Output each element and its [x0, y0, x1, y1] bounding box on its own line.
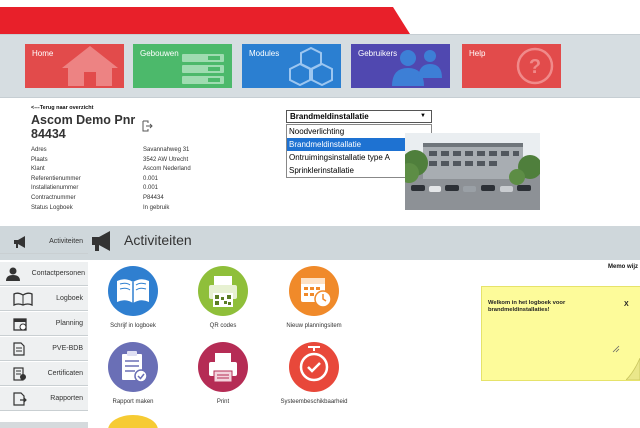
building-photo	[405, 133, 540, 210]
sidebar-item-planning[interactable]: Planning	[0, 312, 88, 336]
certificate-icon	[13, 367, 26, 381]
nav-tile-label: Gebouwen	[140, 49, 179, 58]
calendar-clock-icon	[301, 278, 332, 308]
info-label: Installatienummer	[31, 185, 79, 192]
sidebar-item-contactpersonen[interactable]: Contactpersonen	[0, 262, 88, 286]
action-label: Print	[216, 399, 230, 405]
sidebar-item-label: Certificaten	[47, 370, 83, 377]
memo-note[interactable]: Welkom in het logboek voor brandmeldinst…	[481, 286, 640, 381]
sidebar-item-label: Contactpersonen	[31, 270, 85, 277]
sidebar-item-label: Activiteiten	[49, 238, 83, 245]
nav-tile-gebouwen[interactable]: Gebouwen	[133, 44, 232, 88]
sidebar-item-certificaten[interactable]: Certificaten	[0, 362, 88, 386]
app-root: Home Gebouwen Modules Gebruikers Help ? …	[0, 0, 640, 428]
action-label: Nieuw planningsitem	[286, 323, 342, 329]
info-label: Contractnummer	[31, 194, 76, 201]
calendar-icon	[13, 318, 27, 331]
contact-person-icon	[6, 267, 20, 281]
info-label: Adres	[31, 147, 47, 153]
action-label: Rapport maken	[112, 399, 154, 405]
info-value: Savannahweg 31	[143, 147, 190, 153]
report-check-icon	[122, 351, 148, 383]
sidebar-item-activiteiten[interactable]: Activiteiten	[0, 230, 88, 254]
section-title: Activiteiten	[124, 232, 192, 248]
memo-page-fold-icon	[626, 358, 640, 380]
sidebar-item-rapporten[interactable]: Rapporten	[0, 387, 88, 411]
action-nieuw-planningsitem[interactable]: Nieuw planningsitem	[279, 266, 349, 329]
info-label: Klant	[31, 166, 45, 173]
info-row: Klant Ascom Nederland	[31, 165, 191, 175]
installation-select-value: Brandmeldinstallatie	[290, 112, 369, 121]
sidebar-item-label: PVE-BDB	[52, 345, 83, 352]
open-book-icon	[117, 279, 149, 303]
clock-check-icon	[299, 346, 329, 382]
nav-tile-label: Modules	[249, 49, 280, 58]
info-value: Ascom Nederland	[143, 166, 191, 173]
memo-text[interactable]: Welkom in het logboek voor brandmeldinst…	[488, 300, 598, 314]
action-label: Systeembeschikbaarheid	[280, 399, 348, 405]
back-to-overview-link[interactable]: <---Terug naar overzicht	[31, 105, 93, 111]
sidebar: Activiteiten Contactpersonen Logboek Pla…	[0, 226, 88, 428]
info-value: P84434	[143, 194, 164, 201]
svg-text:?: ?	[529, 56, 541, 78]
info-row: Contractnummer P84434	[31, 194, 191, 204]
sidebar-item-label: Planning	[55, 320, 83, 327]
printer-icon	[209, 353, 237, 383]
cubes-icon	[289, 46, 333, 86]
sidebar-item-label: Logboek	[56, 295, 83, 302]
action-schrijf-in-logboek[interactable]: Schrijf in logboek	[103, 266, 163, 329]
memo-close-button[interactable]: X	[624, 301, 629, 308]
nav-tile-label: Home	[32, 49, 54, 58]
info-row: Adres Savannahweg 31	[31, 146, 191, 156]
info-value: 0.001	[143, 175, 159, 182]
resize-grip-icon[interactable]	[612, 345, 620, 353]
document-icon	[13, 342, 25, 356]
memo-title: Memo wijz	[608, 264, 639, 270]
action-systeembeschikbaarheid[interactable]: Systeembeschikbaarheid	[276, 342, 352, 405]
info-row: Referentienummer 0.001	[31, 175, 191, 185]
info-value: 0.001	[143, 185, 159, 192]
brand-bar	[0, 0, 640, 34]
question-icon: ?	[516, 47, 554, 85]
sidebar-item-label: Rapporten	[50, 395, 83, 402]
sidebar-scroll-area[interactable]	[0, 422, 88, 428]
nav-tile-modules[interactable]: Modules	[242, 44, 341, 88]
info-row: Status Logboek In gebruik	[31, 204, 191, 214]
book-icon	[13, 292, 33, 306]
info-value: In gebruik	[143, 204, 170, 211]
info-label: Status Logboek	[31, 204, 73, 211]
action-label: Schrijf in logboek	[110, 323, 156, 329]
action-qr-codes[interactable]: QR codes	[193, 266, 253, 329]
building-list-icon	[182, 54, 224, 84]
info-row: Installatienummer 0.001	[31, 184, 191, 194]
report-icon	[13, 392, 27, 406]
action-rapport-maken[interactable]: Rapport maken	[103, 342, 163, 405]
chevron-down-icon: ▼	[420, 113, 426, 119]
project-info: Adres Savannahweg 31 Plaats 3542 AW Utrech…	[31, 146, 191, 213]
main-navigation: Home Gebouwen Modules Gebruikers Help ?	[0, 34, 640, 98]
action-print[interactable]: Print	[193, 342, 253, 405]
export-icon[interactable]	[141, 120, 153, 132]
project-title: Ascom Demo Pnr 84434	[31, 113, 136, 141]
nav-tile-gebruikers[interactable]: Gebruikers	[351, 44, 450, 88]
info-row: Plaats 3542 AW Utrecht	[31, 156, 191, 166]
installation-select[interactable]: Brandmeldinstallatie ▼	[286, 110, 432, 123]
house-icon	[62, 46, 118, 86]
info-label: Plaats	[31, 156, 48, 163]
megaphone-icon	[14, 236, 25, 248]
info-label: Referentienummer	[31, 175, 81, 182]
nav-tile-label: Gebruikers	[358, 49, 398, 58]
nav-tile-home[interactable]: Home	[25, 44, 124, 88]
info-value: 3542 AW Utrecht	[143, 156, 189, 163]
megaphone-icon	[92, 231, 110, 251]
nav-tile-help[interactable]: Help ?	[462, 44, 561, 88]
sidebar-item-pve-bdb[interactable]: PVE-BDB	[0, 337, 88, 361]
sidebar-item-logboek[interactable]: Logboek	[0, 287, 88, 311]
action-partial-icon[interactable]	[108, 415, 158, 428]
action-label: QR codes	[209, 323, 237, 329]
nav-tile-label: Help	[469, 49, 486, 58]
qr-printer-icon	[209, 276, 237, 307]
